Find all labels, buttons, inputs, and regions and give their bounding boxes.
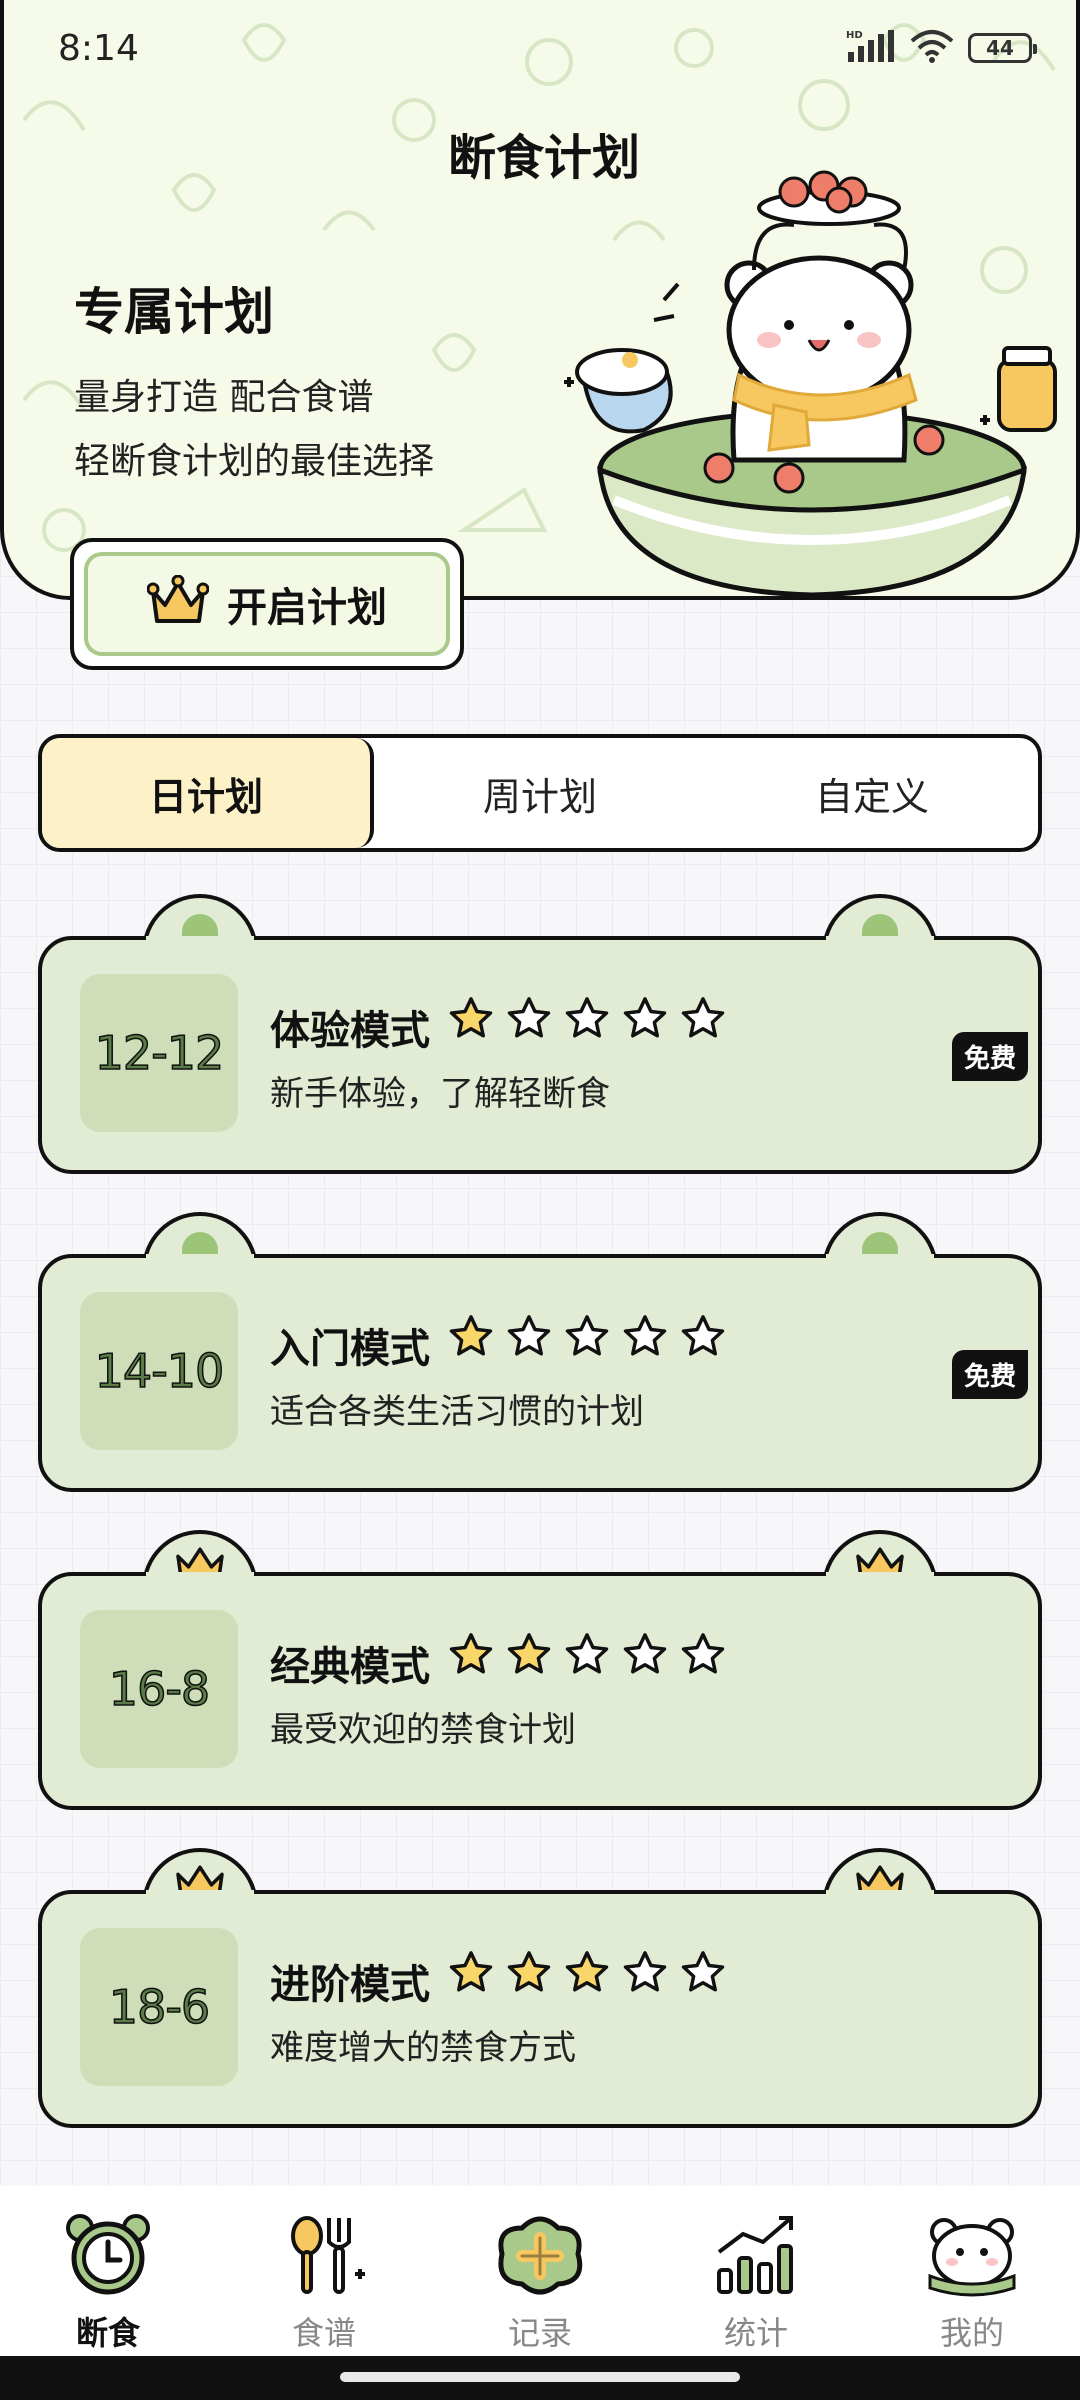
start-plan-card: 开启计划 [70,538,464,670]
plan-ratio: 18-6 [80,1928,238,2086]
plan-card[interactable]: 14-10 入门模式适合各类生活习惯的计划 免费 [38,1212,1042,1492]
star-empty-icon [564,1314,610,1362]
star-filled-icon [564,1950,610,1998]
nav-label: 断食 [75,2314,140,2352]
promo-subtitle-2: 轻断食计划的最佳选择 [74,441,435,482]
star-filled-icon [506,1950,552,1998]
star-empty-icon [680,1950,726,1998]
header-banner: 8:14 HD 44 断食计划 专属计划 量身打造 配合食谱 轻断食计划的最佳选… [0,0,1080,600]
plan-card[interactable]: 16-8 经典模式最受欢迎的禁食计划 [38,1530,1042,1810]
plan-name: 经典模式 [270,1643,430,1690]
promo-subtitle-1: 量身打造 配合食谱 [74,377,374,418]
battery-level: 44 [986,36,1014,60]
battery-icon: 44 [968,33,1037,63]
difficulty-stars [448,1314,726,1362]
star-empty-icon [622,996,668,1044]
start-plan-label: 开启计划 [227,584,387,631]
star-filled-icon [448,996,494,1044]
plan-card[interactable]: 18-6 进阶模式难度增大的禁食方式 [38,1848,1042,2128]
star-empty-icon [622,1314,668,1362]
plan-ratio: 16-8 [80,1610,238,1768]
bear-in-bowl-illustration [564,170,1057,596]
status-time: 8:14 [58,27,139,69]
plan-card[interactable]: 12-12 体验模式新手体验，了解轻断食 免费 [38,894,1042,1174]
star-filled-icon [448,1950,494,1998]
plan-description: 难度增大的禁食方式 [270,2028,576,2068]
tab-weekly-plan[interactable]: 周计划 [374,738,706,848]
star-empty-icon [680,1314,726,1362]
bear-avatar-icon [924,2210,1020,2300]
status-icons: HD 44 [846,28,1037,68]
crown-icon [146,574,210,633]
dot-decoration [862,1232,898,1254]
nav-label: 统计 [723,2314,788,2352]
difficulty-stars [448,1950,726,1998]
nav-item-recipes[interactable]: 食谱 [216,2186,432,2356]
wifi-icon [910,29,954,67]
home-indicator[interactable] [340,2372,740,2382]
difficulty-stars [448,1632,726,1680]
dot-decoration [862,914,898,936]
nav-item-fasting[interactable]: 断食 [0,2186,216,2356]
free-badge: 免费 [951,1032,1028,1081]
nav-item-stats[interactable]: 统计 [648,2186,864,2356]
star-empty-icon [506,996,552,1044]
star-empty-icon [622,1950,668,1998]
star-empty-icon [564,1632,610,1680]
plan-ratio: 14-10 [80,1292,238,1450]
promo-title: 专属计划 [74,282,274,341]
add-record-icon [492,2210,588,2300]
plan-description: 新手体验，了解轻断食 [270,1074,610,1114]
star-empty-icon [680,996,726,1044]
star-filled-icon [448,1632,494,1680]
nav-item-profile[interactable]: 我的 [864,2186,1080,2356]
dot-decoration [182,1232,218,1254]
free-badge: 免费 [951,1350,1028,1399]
plan-type-tabs: 日计划 周计划 自定义 [38,734,1042,852]
nav-item-records[interactable]: 记录 [432,2186,648,2356]
plan-name: 体验模式 [270,1007,430,1054]
status-bar: 8:14 HD 44 [4,0,1076,96]
plan-name: 入门模式 [270,1325,430,1372]
tab-daily-plan[interactable]: 日计划 [42,738,374,848]
plan-name: 进阶模式 [270,1961,430,2008]
star-filled-icon [448,1314,494,1362]
plan-description: 适合各类生活习惯的计划 [270,1392,644,1432]
alarm-clock-icon [60,2210,156,2300]
difficulty-stars [448,996,726,1044]
plan-ratio: 12-12 [80,974,238,1132]
tab-custom[interactable]: 自定义 [706,738,1038,848]
bottom-nav: 断食 食谱 记录 统计 我的 [0,2186,1080,2356]
star-filled-icon [506,1632,552,1680]
chart-icon [708,2210,804,2300]
signal-icon: HD [846,28,896,68]
dot-decoration [182,914,218,936]
plan-description: 最受欢迎的禁食计划 [270,1710,576,1750]
start-plan-button[interactable]: 开启计划 [84,552,450,656]
nav-label: 我的 [939,2314,1004,2352]
star-empty-icon [506,1314,552,1362]
nav-label: 食谱 [291,2314,356,2352]
spoon-fork-icon [276,2210,372,2300]
nav-label: 记录 [507,2314,572,2352]
star-empty-icon [564,996,610,1044]
star-empty-icon [622,1632,668,1680]
star-empty-icon [680,1632,726,1680]
network-label: HD [846,30,863,41]
system-navigation-area [0,2356,1080,2400]
